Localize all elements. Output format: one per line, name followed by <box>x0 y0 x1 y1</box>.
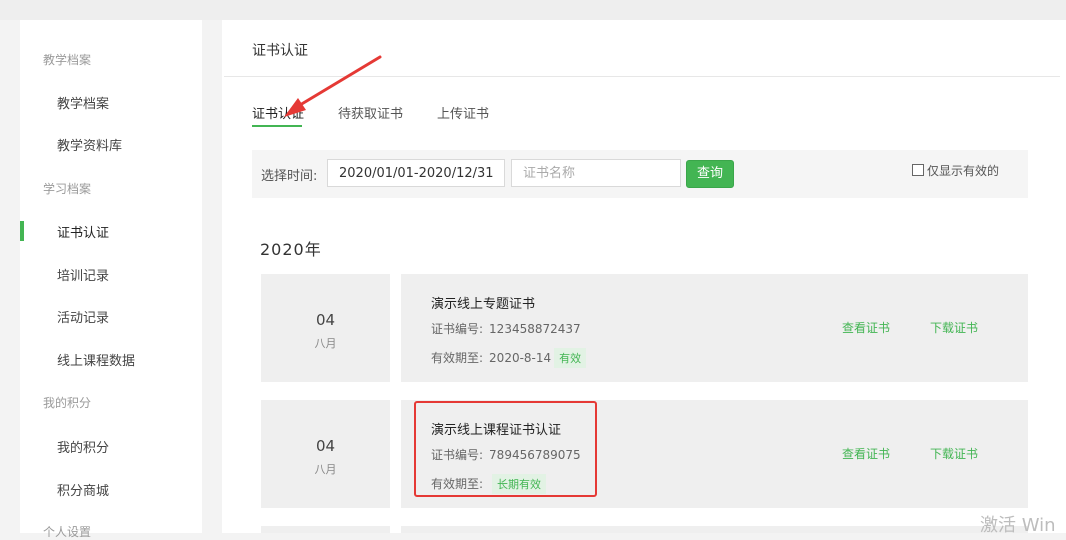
sidebar-item-online-course-data[interactable]: 线上课程数据 <box>57 350 135 369</box>
certificate-name-input[interactable] <box>511 159 681 187</box>
view-certificate-link[interactable]: 查看证书 <box>842 445 890 462</box>
certificate-card-partial <box>401 526 1028 533</box>
certificate-expiry-label: 有效期至: <box>431 351 484 365</box>
certificate-number-label: 证书编号: <box>431 322 484 336</box>
date-filter-label: 选择时间: <box>261 169 318 184</box>
filter-bar: 选择时间: 2020/01/01-2020/12/31 查询 仅显示有效的 <box>252 150 1028 198</box>
valid-only-checkbox[interactable]: 仅显示有效的 <box>912 162 999 179</box>
top-strip <box>0 0 1066 20</box>
sidebar: 教学档案 教学档案 教学资料库 学习档案 证书认证 培训记录 活动记录 线上课程… <box>20 20 202 539</box>
sidebar-group-personal-settings: 个人设置 <box>43 525 92 539</box>
certificate-number-line: 证书编号: 123458872437 <box>431 320 581 337</box>
certificate-day: 04 <box>315 437 336 455</box>
sidebar-item-points-mall[interactable]: 积分商城 <box>57 480 109 499</box>
certificate-month: 八月 <box>314 463 337 476</box>
date-range-input[interactable]: 2020/01/01-2020/12/31 <box>327 159 505 187</box>
download-certificate-link[interactable]: 下载证书 <box>930 319 978 336</box>
sidebar-item-activity-records[interactable]: 活动记录 <box>57 307 109 326</box>
status-badge: 有效 <box>554 348 587 368</box>
view-certificate-link[interactable]: 查看证书 <box>842 319 890 336</box>
valid-only-label: 仅显示有效的 <box>927 164 1000 178</box>
sidebar-group-points: 我的积分 <box>43 396 92 410</box>
certificate-day: 04 <box>315 311 336 329</box>
certificate-number-label: 证书编号: <box>431 448 484 462</box>
certificate-card: 演示线上课程证书认证 证书编号: 789456789075 有效期至: 长期有效 查… <box>401 400 1028 508</box>
status-badge: 长期有效 <box>492 474 547 494</box>
title-divider <box>224 76 1060 77</box>
tab-upload-certificate[interactable]: 上传证书 <box>437 103 489 122</box>
certificate-date-box: 04 八月 <box>261 274 390 382</box>
certificate-number: 789456789075 <box>489 448 581 462</box>
tab-certificates[interactable]: 证书认证 <box>252 103 304 122</box>
query-button[interactable]: 查询 <box>686 160 734 188</box>
sidebar-item-certificates[interactable]: 证书认证 <box>57 222 109 241</box>
certificate-expiry: 2020-8-14 <box>489 351 552 365</box>
sidebar-item-teaching-library[interactable]: 教学资料库 <box>57 135 122 154</box>
certificate-date-box-partial <box>261 526 390 533</box>
certificate-expiry-line: 有效期至: 长期有效 <box>431 474 547 494</box>
certificate-date-box: 04 八月 <box>261 400 390 508</box>
sidebar-group-learning: 学习档案 <box>43 182 92 196</box>
sidebar-item-training-records[interactable]: 培训记录 <box>57 265 109 284</box>
sidebar-item-my-points[interactable]: 我的积分 <box>57 437 109 456</box>
sidebar-item-teaching-archive[interactable]: 教学档案 <box>57 93 109 112</box>
year-heading: 2020年 <box>260 240 322 259</box>
page-title: 证书认证 <box>252 43 308 59</box>
certificate-month: 八月 <box>314 337 337 350</box>
certificate-number-line: 证书编号: 789456789075 <box>431 446 581 463</box>
certificate-card: 演示线上专题证书 证书编号: 123458872437 有效期至: 2020-8-1… <box>401 274 1028 382</box>
tab-pending-certificates[interactable]: 待获取证书 <box>338 103 403 122</box>
main-panel: 证书认证 证书认证 待获取证书 上传证书 选择时间: 2020/01/01-20… <box>222 20 1066 533</box>
certificate-title: 演示线上课程证书认证 <box>431 423 562 438</box>
checkbox-box[interactable] <box>912 164 924 176</box>
download-certificate-link[interactable]: 下载证书 <box>930 445 978 462</box>
certificate-number: 123458872437 <box>489 322 581 336</box>
tab-active-underline <box>252 125 302 127</box>
certificate-title: 演示线上专题证书 <box>431 297 536 312</box>
sidebar-active-indicator <box>20 221 24 241</box>
activation-watermark: 激活 Win <box>980 515 1056 536</box>
sidebar-group-teaching: 教学档案 <box>43 53 92 67</box>
certificate-expiry-label: 有效期至: <box>431 477 484 491</box>
certificate-expiry-line: 有效期至: 2020-8-14 有效 <box>431 348 587 368</box>
